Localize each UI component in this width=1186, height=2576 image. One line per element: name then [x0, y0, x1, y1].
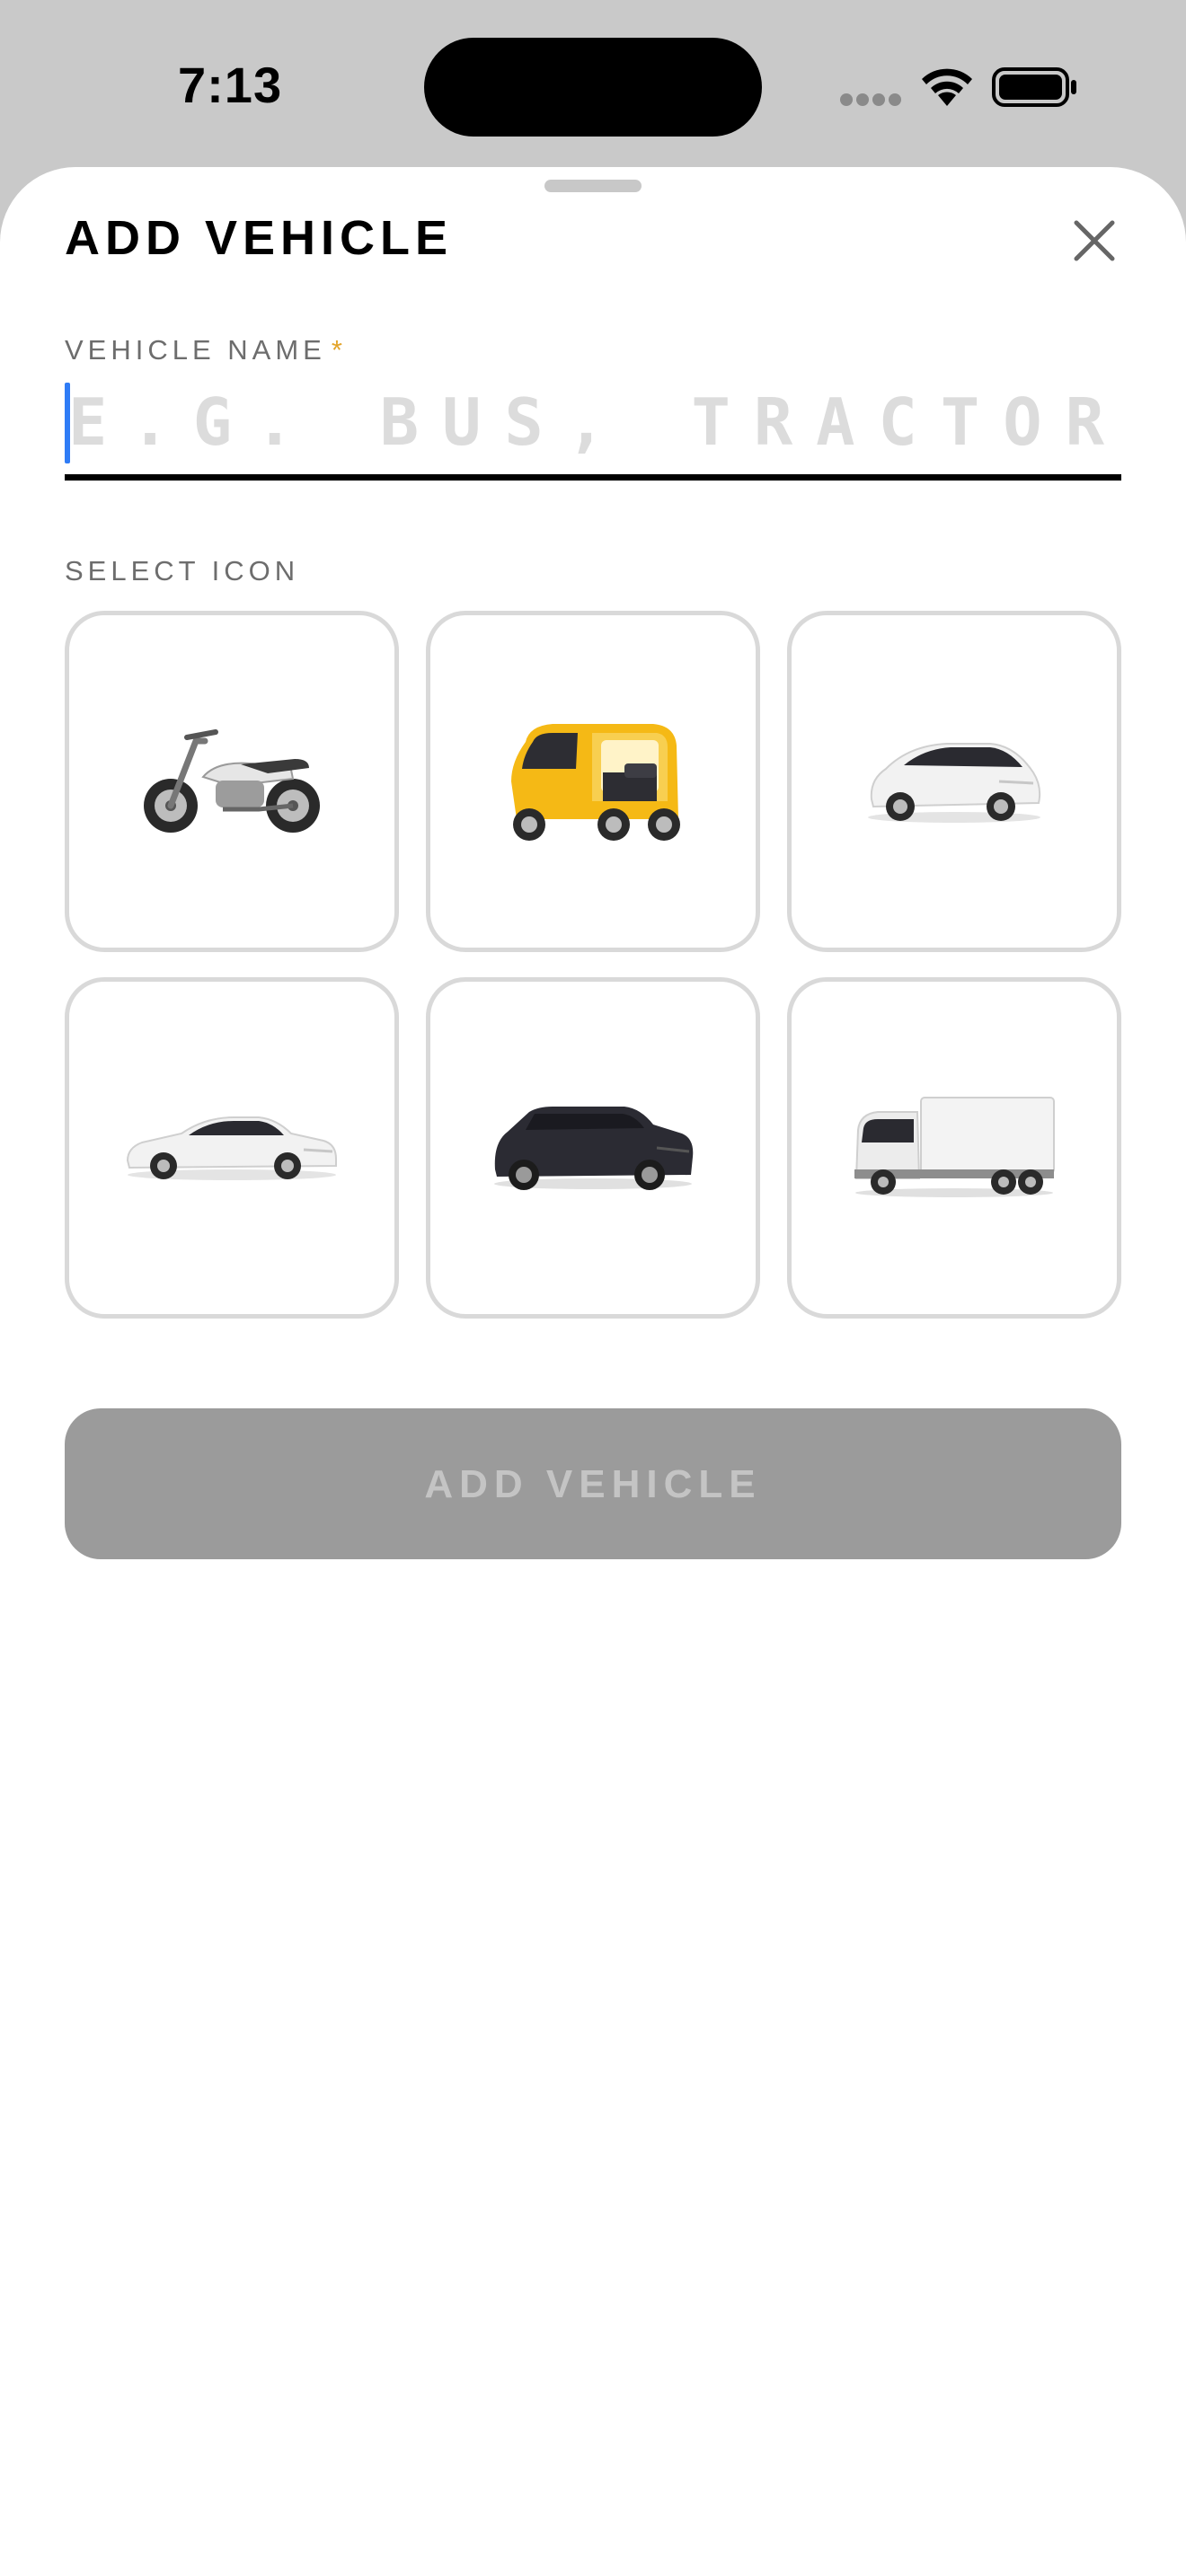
battery-icon: [992, 67, 1076, 107]
auto-rickshaw-icon: [511, 724, 680, 841]
sedan-icon: [126, 1116, 337, 1180]
sheet-title: ADD VEHICLE: [65, 211, 454, 265]
bottom-sheet: ADD VEHICLE VEHICLE NAME* SELECT ICON: [0, 167, 1186, 2576]
icon-option-truck[interactable]: [787, 977, 1121, 1319]
suv-icon: [494, 1107, 694, 1190]
icon-option-sedan[interactable]: [65, 977, 399, 1319]
truck-icon: [854, 1097, 1055, 1197]
text-cursor: [65, 383, 70, 463]
icon-grid: [65, 611, 1121, 1319]
icon-option-motorcycle[interactable]: [65, 611, 399, 952]
status-bar: 7:13: [0, 0, 1186, 171]
select-icon-label: SELECT ICON: [65, 555, 300, 587]
icon-option-auto-rickshaw[interactable]: [426, 611, 760, 952]
vehicle-name-label-text: VEHICLE NAME: [65, 334, 326, 366]
add-vehicle-button[interactable]: ADD VEHICLE: [65, 1408, 1121, 1559]
motorcycle-icon: [144, 729, 320, 833]
icon-option-suv[interactable]: [426, 977, 760, 1319]
close-icon[interactable]: [1067, 214, 1121, 268]
vehicle-name-field[interactable]: [65, 375, 1125, 481]
sheet-grabber[interactable]: [544, 180, 642, 192]
vehicle-name-label: VEHICLE NAME *: [65, 334, 347, 366]
signal-icon: [840, 93, 905, 110]
hatchback-icon: [868, 743, 1041, 823]
required-mark: *: [331, 334, 347, 366]
vehicle-name-input[interactable]: [65, 375, 1125, 469]
icon-option-hatchback[interactable]: [787, 611, 1121, 952]
dynamic-island: [424, 38, 762, 137]
status-time: 7:13: [178, 57, 283, 113]
wifi-icon: [922, 68, 972, 106]
